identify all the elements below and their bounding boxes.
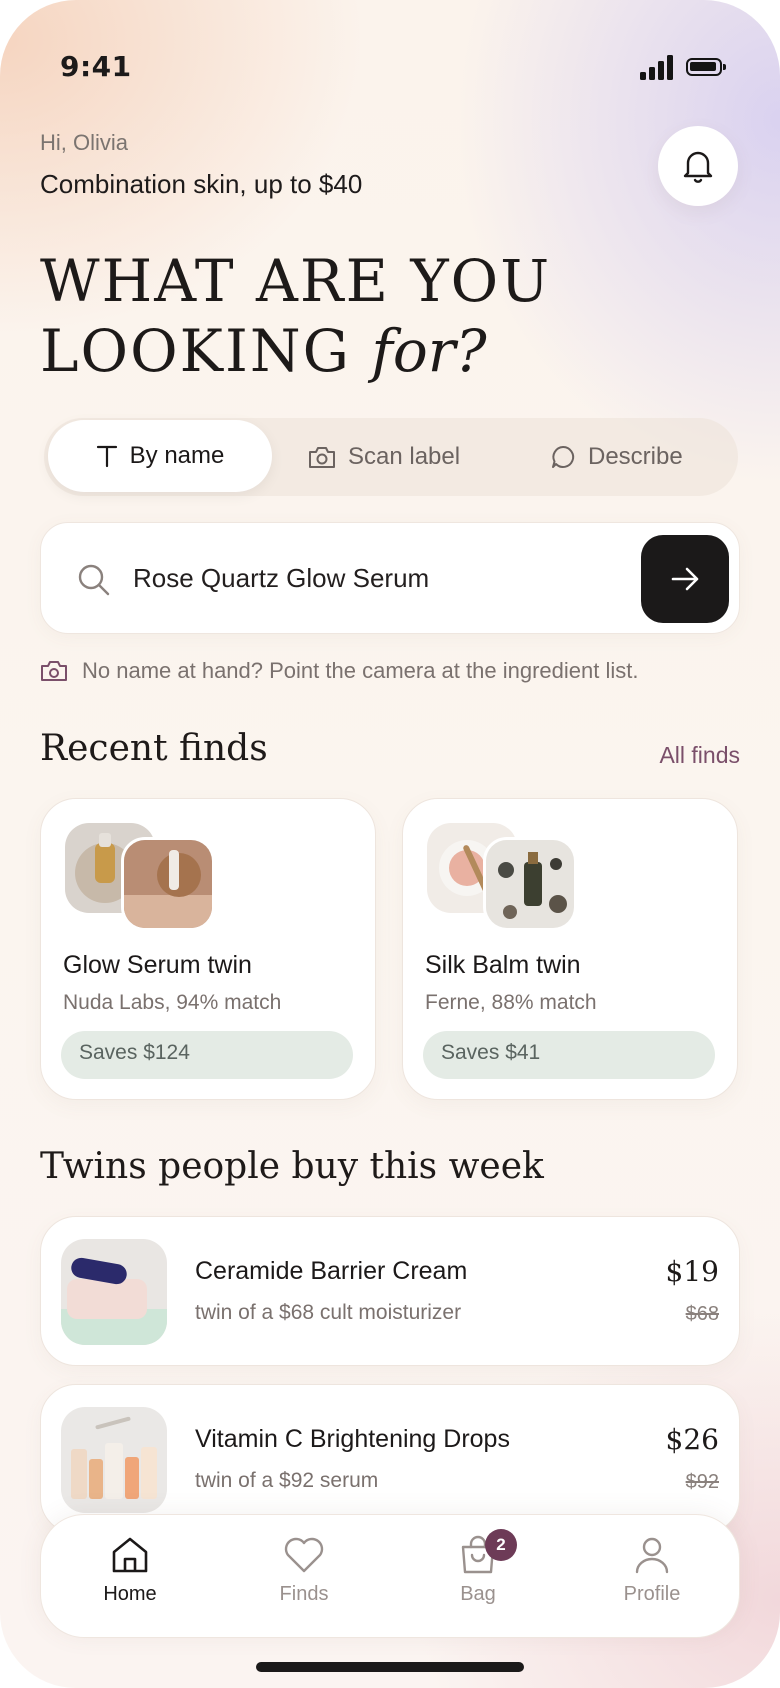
savings-badge: Saves $41 [423,1031,715,1079]
scan-hint[interactable]: No name at hand? Point the camera at the… [40,658,638,684]
tab-scan-label[interactable]: Scan label [308,418,460,496]
tab-bag-label: Bag [460,1583,496,1605]
tab-scan-label-label: Scan label [348,443,461,470]
home-icon [112,1537,148,1573]
camera-icon [309,447,335,468]
recent-find-match: Ferne, 88% match [425,991,597,1014]
tab-profile-label: Profile [623,1583,681,1605]
tab-bag[interactable]: 2 Bag [423,1529,533,1625]
app-screen: 9:41 Hi, Olivia Combination skin, up to … [0,0,780,1688]
product-original-price: $92 [685,1471,719,1493]
greeting-text: Hi, Olivia [40,130,129,155]
tab-finds-label: Finds [279,1583,329,1605]
tab-home-label: Home [103,1583,157,1605]
tab-finds[interactable]: Finds [249,1535,359,1625]
product-original-price: $68 [685,1303,719,1325]
recent-find-card[interactable]: Silk Balm twin Ferne, 88% match Saves $4… [402,798,738,1100]
product-thumbnails [427,823,587,931]
camera-icon [41,661,67,681]
notifications-button[interactable] [658,126,738,206]
recent-finds-title: Recent finds [40,728,268,769]
product-thumbnails [65,823,225,931]
tab-home[interactable]: Home [75,1535,185,1625]
cellular-signal-icon [640,54,674,80]
home-indicator [256,1662,524,1672]
all-finds-link[interactable]: All finds [659,742,740,769]
bag-count-badge: 2 [485,1529,517,1561]
savings-badge: Saves $124 [61,1031,353,1079]
scan-hint-text: No name at hand? Point the camera at the… [82,658,639,683]
speech-bubble-icon [552,445,575,468]
headline-word-looking: LOOKING [40,317,372,385]
product-image [483,837,577,931]
skin-profile-summary: Combination skin, up to $40 [40,169,363,199]
savings-text: Saves $41 [441,1041,541,1064]
trending-title: Twins people buy this week [40,1146,544,1187]
heart-icon [284,1537,324,1573]
search-bar [40,522,740,634]
search-submit-button[interactable] [641,535,729,623]
battery-icon [686,58,726,76]
product-row[interactable]: Vitamin C Brightening Drops twin of a $9… [40,1384,740,1534]
arrow-right-icon [671,567,699,591]
tab-by-name-label: By name [129,442,225,469]
product-price: $26 [665,1423,719,1456]
product-row[interactable]: Ceramide Barrier Cream twin of a $68 cul… [40,1216,740,1366]
recent-find-match: Nuda Labs, 94% match [63,991,282,1014]
product-dupe-note: twin of a $92 serum [195,1469,379,1492]
tab-by-name[interactable]: By name [48,420,272,492]
headline-line-1: WHAT ARE YOU [40,247,552,315]
search-input[interactable] [133,553,593,603]
recent-find-name: Silk Balm twin [425,951,581,979]
status-time: 9:41 [60,50,132,83]
search-mode-selector: By name Scan label Describe [44,418,738,496]
product-name: Ceramide Barrier Cream [195,1257,468,1285]
tab-profile[interactable]: Profile [597,1535,707,1625]
bottom-tab-bar: Home Finds 2 Bag Profile [40,1514,740,1638]
status-bar: 9:41 [0,0,780,120]
bell-icon [683,151,713,183]
product-price: $19 [665,1255,719,1288]
product-image [61,1407,167,1513]
headline-line-2: LOOKING for? [40,316,551,386]
recent-find-name: Glow Serum twin [63,951,252,979]
search-icon [78,564,110,596]
tab-describe-label: Describe [588,443,683,470]
headline-word-for: for? [371,317,487,385]
savings-text: Saves $124 [79,1041,190,1064]
product-image [61,1239,167,1345]
product-image [121,837,215,931]
tab-describe[interactable]: Describe [550,418,683,496]
page-title: WHAT ARE YOU LOOKING for? [40,246,551,386]
recent-find-card[interactable]: Glow Serum twin Nuda Labs, 94% match Sav… [40,798,376,1100]
product-name: Vitamin C Brightening Drops [195,1425,510,1453]
person-icon [635,1537,669,1574]
text-icon [96,445,117,468]
product-dupe-note: twin of a $68 cult moisturizer [195,1301,462,1324]
